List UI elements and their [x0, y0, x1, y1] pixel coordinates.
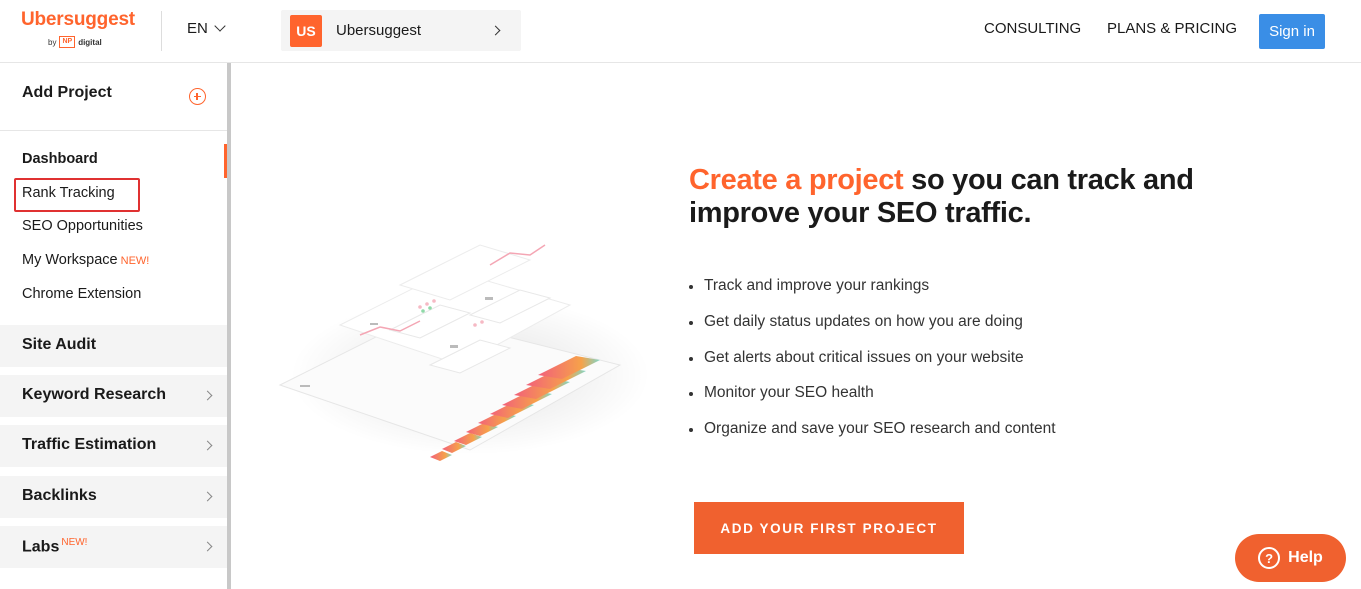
sidebar: Add Project Dashboard Rank Tracking SEO …	[0, 63, 231, 589]
headline-accent: Create a project	[689, 164, 904, 196]
help-button[interactable]: ? Help	[1235, 534, 1346, 582]
sidebar-section-keyword-research[interactable]: Keyword Research	[0, 375, 227, 417]
page-headline: Create a project so you can track and im…	[689, 164, 1249, 230]
language-label: EN	[187, 20, 208, 37]
list-item: Get alerts about critical issues on your…	[689, 347, 1056, 383]
chevron-right-icon	[202, 491, 213, 502]
rank-tracking-highlight	[14, 178, 140, 212]
list-item: Monitor your SEO health	[689, 382, 1056, 418]
section-label: Labs NEW!	[22, 537, 87, 556]
chevron-right-icon	[202, 541, 213, 552]
add-first-project-button[interactable]: ADD YOUR FIRST PROJECT	[694, 502, 964, 554]
chevron-right-icon	[490, 25, 501, 36]
add-circle-icon[interactable]	[189, 88, 206, 105]
sign-in-button[interactable]: Sign in	[1259, 14, 1325, 49]
top-header: Ubersuggest by NP digital EN US Ubersugg…	[0, 0, 1361, 63]
sidebar-item-seo-opportunities[interactable]: SEO Opportunities	[22, 218, 143, 234]
np-logo-box: NP	[59, 36, 76, 48]
sidebar-item-chrome-extension[interactable]: Chrome Extension	[22, 286, 141, 302]
help-label: Help	[1288, 549, 1323, 566]
chevron-down-icon	[214, 20, 226, 32]
ubersuggest-logo[interactable]: Ubersuggest by NP digital	[21, 9, 141, 48]
new-badge: NEW!	[61, 537, 88, 548]
logo-digital-text: digital	[78, 37, 102, 47]
my-workspace-label: My Workspace	[22, 252, 118, 268]
section-label: Backlinks	[22, 487, 97, 504]
new-badge: NEW!	[120, 255, 150, 267]
sidebar-scrollbar[interactable]	[227, 63, 231, 589]
header-divider	[161, 11, 162, 51]
section-label: Site Audit	[22, 336, 97, 353]
list-item: Track and improve your rankings	[689, 275, 1056, 311]
question-icon: ?	[1258, 547, 1281, 569]
language-selector[interactable]: EN	[187, 20, 226, 37]
dashboard-illustration	[278, 244, 650, 461]
project-switcher[interactable]: US Ubersuggest	[281, 10, 521, 51]
sidebar-section-traffic-estimation[interactable]: Traffic Estimation	[0, 425, 227, 467]
logo-byline: by NP digital	[48, 36, 102, 48]
sidebar-section-site-audit[interactable]: Site Audit	[0, 325, 227, 367]
add-project-row[interactable]: Add Project	[0, 63, 227, 131]
labs-label: Labs	[22, 538, 60, 556]
add-project-label: Add Project	[22, 84, 112, 101]
logo-wordmark: Ubersuggest	[21, 9, 135, 30]
sidebar-section-backlinks[interactable]: Backlinks	[0, 476, 227, 518]
feature-list: Track and improve your rankings Get dail…	[689, 275, 1056, 454]
list-item: Get daily status updates on how you are …	[689, 311, 1056, 347]
section-label: Traffic Estimation	[22, 436, 157, 453]
project-name: Ubersuggest	[336, 22, 422, 39]
sidebar-item-my-workspace[interactable]: My Workspace NEW!	[22, 252, 149, 268]
nav-consulting[interactable]: CONSULTING	[984, 20, 1081, 37]
active-indicator	[224, 144, 227, 178]
chevron-right-icon	[202, 440, 213, 451]
chevron-right-icon	[202, 390, 213, 401]
section-label: Keyword Research	[22, 386, 167, 403]
logo-by-text: by	[48, 37, 57, 47]
nav-plans-pricing[interactable]: PLANS & PRICING	[1107, 20, 1237, 37]
list-item: Organize and save your SEO research and …	[689, 418, 1056, 454]
project-badge: US	[290, 14, 322, 47]
sidebar-item-dashboard[interactable]: Dashboard	[22, 151, 98, 167]
sidebar-section-labs[interactable]: Labs NEW!	[0, 526, 227, 568]
